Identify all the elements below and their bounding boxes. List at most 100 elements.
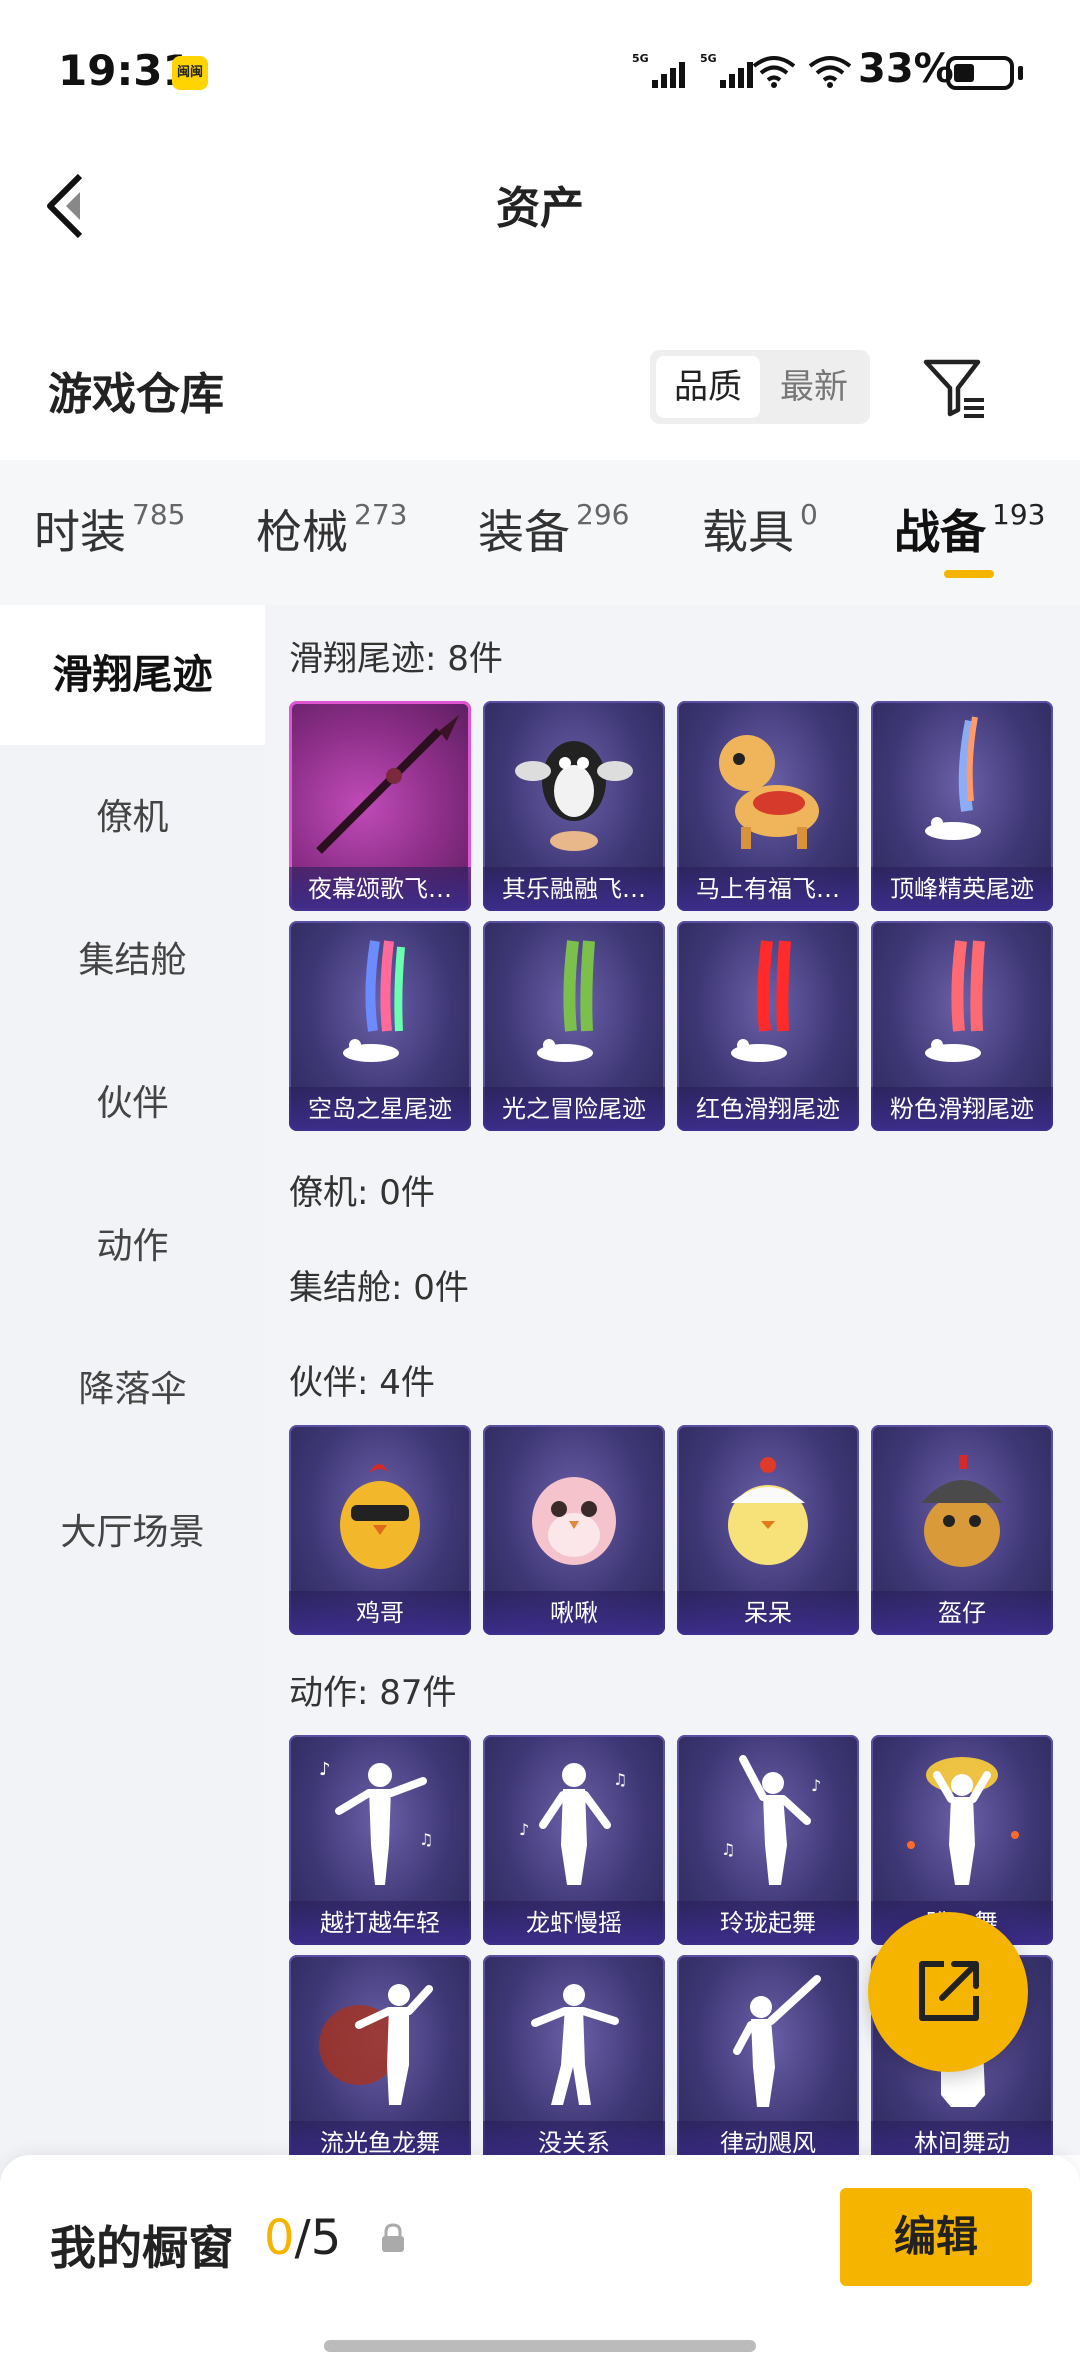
tab-label: 载具 xyxy=(702,505,794,559)
tab-weapons[interactable]: 枪械 273 xyxy=(256,496,407,562)
battery-percent: 33% xyxy=(858,46,954,92)
item-card[interactable]: 鸡哥 xyxy=(289,1425,471,1635)
edit-button[interactable]: 编辑 xyxy=(840,2188,1032,2286)
section-title-pod: 集结舱: 0件 xyxy=(289,1268,469,1308)
battery-cap xyxy=(1018,66,1023,80)
home-indicator[interactable] xyxy=(324,2340,756,2352)
category-tabs: 时装 785 枪械 273 装备 296 载具 0 战备 193 xyxy=(0,460,1080,605)
item-name: 顶峰精英尾迹 xyxy=(871,867,1053,911)
dancer-icon xyxy=(319,1984,433,2105)
item-card[interactable]: ♪ ♫ 龙虾慢摇 xyxy=(483,1735,665,1945)
item-name: 红色滑翔尾迹 xyxy=(677,1087,859,1131)
item-card[interactable]: 红色滑翔尾迹 xyxy=(677,921,859,1131)
item-card[interactable]: 空岛之星尾迹 xyxy=(289,921,471,1131)
item-card[interactable]: 顶峰精英尾迹 xyxy=(871,701,1053,911)
sidebar: 滑翔尾迹 僚机 集结舱 伙伴 动作 降落伞 大厅场景 xyxy=(0,605,265,2376)
active-tab-indicator xyxy=(944,570,994,578)
app-badge: 闽闽 xyxy=(172,56,208,90)
item-name: 没关系 xyxy=(483,2121,665,2155)
status-bar: 19:31 闽闽 5G 5G 33% xyxy=(0,0,1080,140)
svg-text:♪: ♪ xyxy=(811,1776,821,1795)
share-icon xyxy=(919,1961,979,2021)
item-name: 玲珑起舞 xyxy=(677,1901,859,1945)
chick-icon xyxy=(728,1457,808,1565)
showcase-label: 我的橱窗 xyxy=(50,2221,234,2275)
trail-icon xyxy=(731,940,791,1062)
svg-text:♪: ♪ xyxy=(319,1759,331,1780)
item-card[interactable]: 夜幕颂歌飞… xyxy=(289,701,471,911)
tab-count: 273 xyxy=(354,497,408,531)
helmet-chick-icon xyxy=(921,1455,1003,1567)
item-name: 啾啾 xyxy=(483,1591,665,1635)
item-card[interactable]: ♪ ♫ 越打越年轻 xyxy=(289,1735,471,1945)
sidebar-item-lobby-scene[interactable]: 大厅场景 xyxy=(0,1463,265,1603)
item-card[interactable]: ♪ ♫ 玲珑起舞 xyxy=(677,1735,859,1945)
filter-button[interactable] xyxy=(920,354,990,424)
section-title-emote: 动作: 87件 xyxy=(289,1673,457,1713)
svg-text:♫: ♫ xyxy=(613,1770,627,1789)
sidebar-item-wingman[interactable]: 僚机 xyxy=(0,748,265,888)
tab-combat-gear[interactable]: 战备 193 xyxy=(894,496,1045,562)
svg-text:5G: 5G xyxy=(700,52,717,65)
sidebar-item-emote[interactable]: 动作 xyxy=(0,1177,265,1317)
svg-text:♫: ♫ xyxy=(419,1830,433,1849)
showcase-current: 0 xyxy=(264,2210,295,2266)
dancer-icon xyxy=(907,1757,1019,1885)
tab-count: 193 xyxy=(992,497,1046,531)
share-button[interactable] xyxy=(868,1912,1028,2072)
item-name: 林间舞动 xyxy=(871,2121,1053,2155)
item-card[interactable]: 光之冒险尾迹 xyxy=(483,921,665,1131)
trail-icon xyxy=(343,940,405,1062)
sort-toggle: 品质 最新 xyxy=(650,350,870,424)
sidebar-item-partner[interactable]: 伙伴 xyxy=(0,1034,265,1174)
tab-fashion[interactable]: 时装 785 xyxy=(34,496,185,562)
item-card[interactable]: 呆呆 xyxy=(677,1425,859,1635)
sort-newest-button[interactable]: 最新 xyxy=(762,356,866,418)
trail-icon xyxy=(925,940,985,1062)
item-name: 呆呆 xyxy=(677,1591,859,1635)
trail-icon xyxy=(537,940,595,1062)
section-title-wingman: 僚机: 0件 xyxy=(289,1173,435,1213)
wifi-icon xyxy=(752,54,796,92)
spear-icon xyxy=(316,715,459,854)
dancer-icon: ♪♫ xyxy=(319,1759,433,1885)
item-card[interactable]: 律动飓风 xyxy=(677,1955,859,2155)
item-name: 其乐融融飞… xyxy=(483,867,665,911)
item-name: 越打越年轻 xyxy=(289,1901,471,1945)
tab-count: 296 xyxy=(576,497,630,531)
tab-label: 战备 xyxy=(894,505,986,559)
dancer-icon: ♪♫ xyxy=(721,1755,821,1885)
tab-label: 时装 xyxy=(34,505,126,559)
sidebar-item-glide-trail[interactable]: 滑翔尾迹 xyxy=(0,605,265,745)
sidebar-item-pod[interactable]: 集结舱 xyxy=(0,891,265,1031)
section-title-partner: 伙伴: 4件 xyxy=(289,1363,435,1403)
item-name: 光之冒险尾迹 xyxy=(483,1087,665,1131)
tab-vehicles[interactable]: 载具 0 xyxy=(702,496,818,562)
item-card[interactable]: 粉色滑翔尾迹 xyxy=(871,921,1053,1131)
page-title: 资产 xyxy=(496,183,584,234)
svg-text:5G: 5G xyxy=(632,52,649,65)
lock-icon xyxy=(378,2222,408,2260)
item-name: 马上有福飞… xyxy=(677,867,859,911)
item-name: 龙虾慢摇 xyxy=(483,1901,665,1945)
item-card[interactable]: 流光鱼龙舞 xyxy=(289,1955,471,2155)
item-card[interactable]: 没关系 xyxy=(483,1955,665,2155)
tab-equipment[interactable]: 装备 296 xyxy=(478,496,629,562)
showcase-total: /5 xyxy=(294,2210,342,2266)
item-card[interactable]: 马上有福飞… xyxy=(677,701,859,911)
item-card[interactable]: 其乐融融飞… xyxy=(483,701,665,911)
penguin-icon xyxy=(515,741,633,851)
sidebar-item-parachute[interactable]: 降落伞 xyxy=(0,1320,265,1460)
tab-count: 785 xyxy=(132,497,186,531)
signal-icon: 5G xyxy=(632,52,692,96)
bird-icon xyxy=(532,1477,616,1565)
sort-quality-button[interactable]: 品质 xyxy=(656,356,760,418)
showcase-count: 0/5 xyxy=(264,2210,341,2266)
filter-icon xyxy=(923,359,984,418)
signal-icon: 5G xyxy=(700,52,760,96)
chicken-icon xyxy=(340,1464,420,1569)
item-card[interactable]: 啾啾 xyxy=(483,1425,665,1635)
tab-label: 枪械 xyxy=(256,505,348,559)
item-card[interactable]: 盔仔 xyxy=(871,1425,1053,1635)
svg-text:♫: ♫ xyxy=(721,1840,735,1859)
